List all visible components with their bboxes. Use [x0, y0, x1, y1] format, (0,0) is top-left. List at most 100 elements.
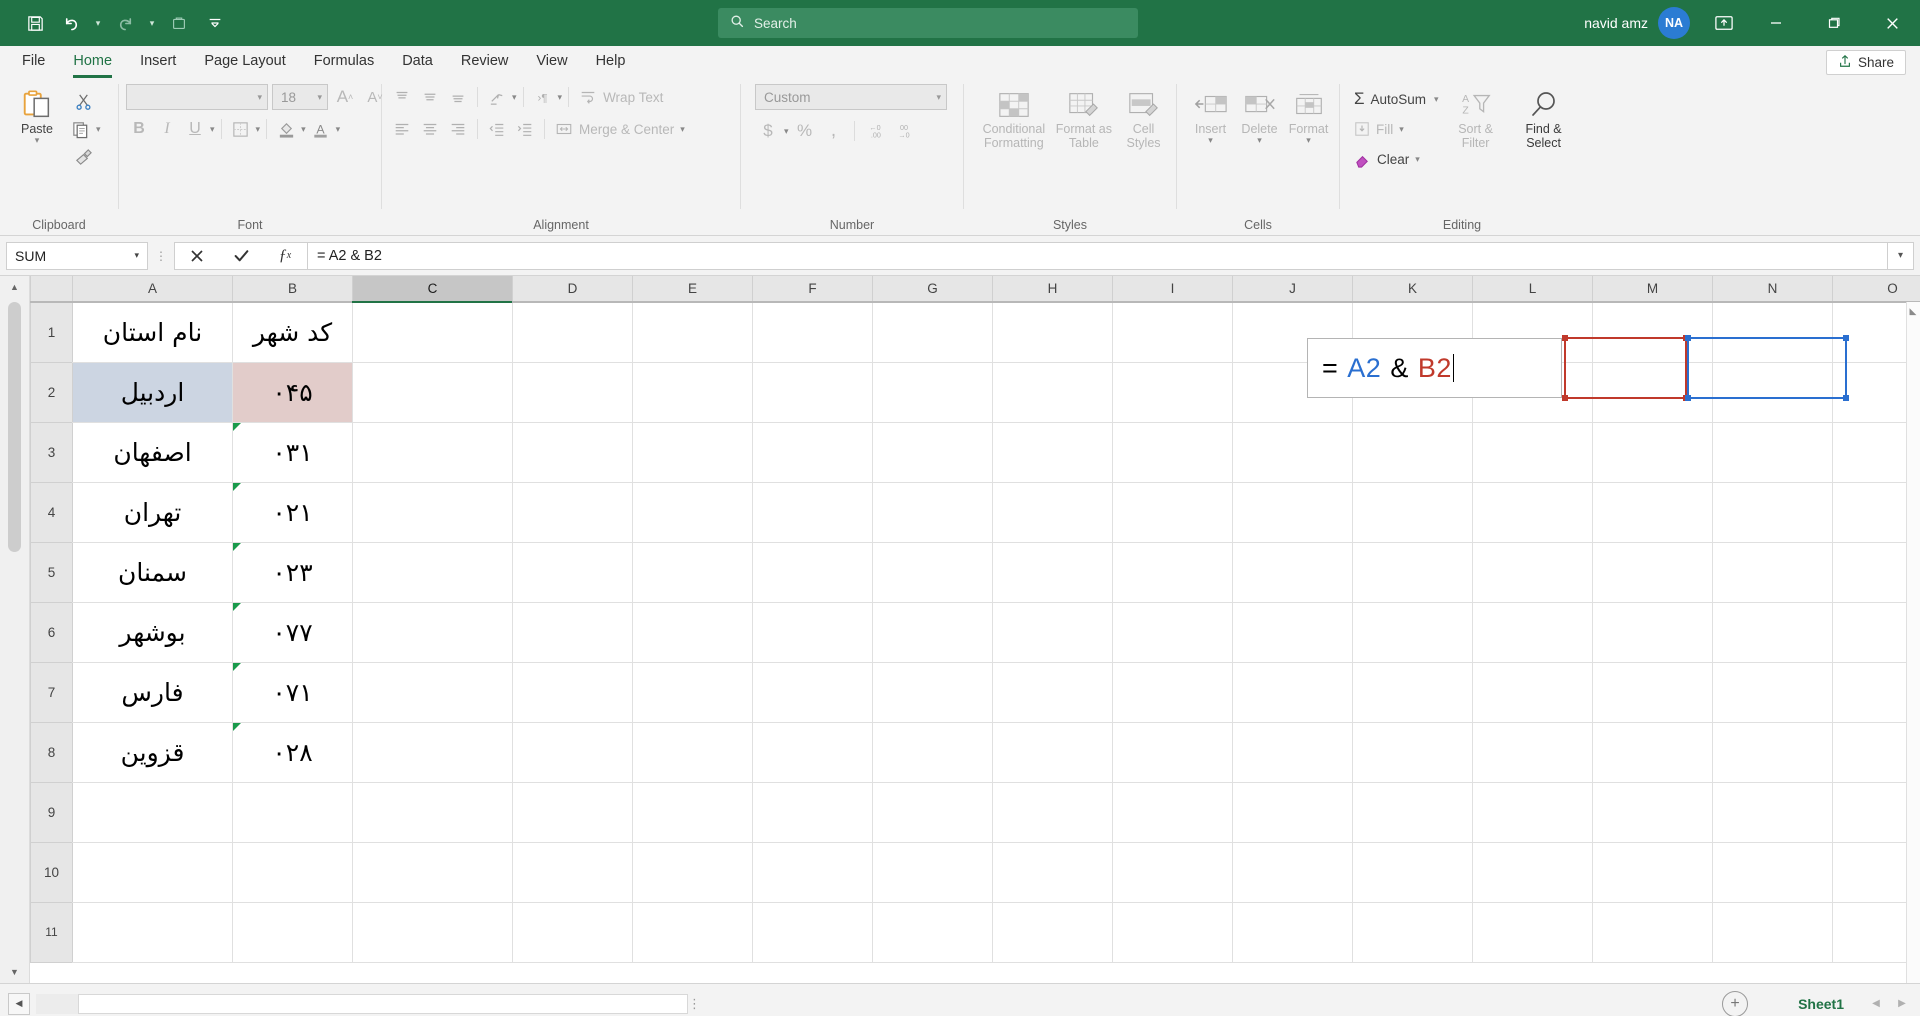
cell-I10[interactable]	[1113, 842, 1233, 902]
cell-G6[interactable]	[873, 602, 993, 662]
cell-C6[interactable]	[353, 602, 513, 662]
autosum-button[interactable]: Σ AutoSum	[1350, 86, 1430, 112]
cell-G9[interactable]	[873, 782, 993, 842]
cell-B1[interactable]: کد شهر	[233, 302, 353, 362]
column-header-E[interactable]: E	[633, 276, 753, 302]
autosum-dropdown-icon[interactable]: ▾	[1434, 95, 1439, 103]
cell-B11[interactable]	[233, 902, 353, 962]
cell-D8[interactable]	[513, 722, 633, 782]
cell-D9[interactable]	[513, 782, 633, 842]
scroll-down-button[interactable]: ▼	[0, 961, 30, 983]
fill-dropdown-icon[interactable]: ▾	[1399, 125, 1404, 133]
delete-cells-button[interactable]: Delete ▾	[1236, 84, 1283, 144]
column-header-N[interactable]: N	[1713, 276, 1833, 302]
cell-B2[interactable]: ۰۴۵	[233, 362, 353, 422]
tab-page-layout[interactable]: Page Layout	[190, 46, 299, 78]
cell-C3[interactable]	[353, 422, 513, 482]
cell-G3[interactable]	[873, 422, 993, 482]
cell-L5[interactable]	[1473, 542, 1593, 602]
row-header-5[interactable]: 5	[31, 542, 73, 602]
cell-B7[interactable]: ۰۷۱	[233, 662, 353, 722]
sort-filter-button[interactable]: AZ Sort & Filter	[1445, 84, 1507, 150]
column-header-G[interactable]: G	[873, 276, 993, 302]
accounting-format-button[interactable]: $	[755, 118, 781, 144]
cell-I1[interactable]	[1113, 302, 1233, 362]
cell-A5[interactable]: سمنان	[73, 542, 233, 602]
cell-G7[interactable]	[873, 662, 993, 722]
cell-G4[interactable]	[873, 482, 993, 542]
cell-M7[interactable]	[1593, 662, 1713, 722]
format-cells-dropdown-icon[interactable]: ▾	[1306, 136, 1311, 144]
horizontal-scrollbar[interactable]	[36, 994, 676, 1014]
italic-button[interactable]: I	[154, 116, 180, 142]
cell-J10[interactable]	[1233, 842, 1353, 902]
cell-L6[interactable]	[1473, 602, 1593, 662]
account-button[interactable]: navid amz NA	[1570, 7, 1700, 39]
fill-button[interactable]: Fill ▾	[1350, 116, 1408, 142]
scroll-up-button[interactable]: ▲	[0, 276, 30, 298]
cell-C5[interactable]	[353, 542, 513, 602]
merge-center-dropdown-icon[interactable]: ▾	[680, 125, 685, 133]
cell-M5[interactable]	[1593, 542, 1713, 602]
cell-F1[interactable]	[753, 302, 873, 362]
expand-formula-bar-button[interactable]: ▾	[1888, 242, 1914, 270]
font-color-button[interactable]: A	[308, 116, 334, 142]
accounting-dropdown-icon[interactable]: ▾	[784, 127, 789, 135]
cell-N5[interactable]	[1713, 542, 1833, 602]
tab-file[interactable]: File	[8, 46, 59, 78]
cell-B3[interactable]: ۰۳۱	[233, 422, 353, 482]
cell-B9[interactable]	[233, 782, 353, 842]
cell-I6[interactable]	[1113, 602, 1233, 662]
cell-M11[interactable]	[1593, 902, 1713, 962]
conditional-formatting-button[interactable]: Conditional Formatting	[978, 84, 1050, 150]
cell-J3[interactable]	[1233, 422, 1353, 482]
column-header-M[interactable]: M	[1593, 276, 1713, 302]
cell-D6[interactable]	[513, 602, 633, 662]
format-painter-button[interactable]	[67, 144, 101, 170]
undo-dropdown-icon[interactable]: ▾	[90, 6, 106, 40]
fill-color-dropdown-icon[interactable]: ▾	[301, 125, 306, 133]
fill-color-button[interactable]	[273, 116, 299, 142]
cell-H5[interactable]	[993, 542, 1113, 602]
insert-cells-dropdown-icon[interactable]: ▾	[1208, 136, 1213, 144]
cell-G8[interactable]	[873, 722, 993, 782]
cell-E2[interactable]	[633, 362, 753, 422]
cell-L10[interactable]	[1473, 842, 1593, 902]
cell-K7[interactable]	[1353, 662, 1473, 722]
row-header-2[interactable]: 2	[31, 362, 73, 422]
cell-F8[interactable]	[753, 722, 873, 782]
cell-L3[interactable]	[1473, 422, 1593, 482]
cut-button[interactable]	[67, 88, 101, 114]
formula-bar-grip[interactable]: ⋮	[148, 249, 174, 263]
cell-M1[interactable]	[1593, 302, 1713, 362]
cell-E1[interactable]	[633, 302, 753, 362]
cell-L4[interactable]	[1473, 482, 1593, 542]
cell-D11[interactable]	[513, 902, 633, 962]
column-header-D[interactable]: D	[513, 276, 633, 302]
align-top-button[interactable]	[389, 84, 415, 110]
cell-D2[interactable]	[513, 362, 633, 422]
cell-K8[interactable]	[1353, 722, 1473, 782]
cell-I3[interactable]	[1113, 422, 1233, 482]
customize-qat-button[interactable]	[198, 6, 232, 40]
row-header-3[interactable]: 3	[31, 422, 73, 482]
font-name-combo[interactable]: ▾	[126, 84, 268, 110]
row-header-8[interactable]: 8	[31, 722, 73, 782]
cell-H9[interactable]	[993, 782, 1113, 842]
cell-E3[interactable]	[633, 422, 753, 482]
search-input[interactable]: Search	[718, 8, 1138, 38]
cell-M3[interactable]	[1593, 422, 1713, 482]
increase-font-size-button[interactable]: A˄	[332, 84, 358, 110]
tab-formulas[interactable]: Formulas	[300, 46, 388, 78]
cell-H7[interactable]	[993, 662, 1113, 722]
column-header-I[interactable]: I	[1113, 276, 1233, 302]
cell-H4[interactable]	[993, 482, 1113, 542]
cell-E6[interactable]	[633, 602, 753, 662]
format-cells-button[interactable]: Format ▾	[1285, 84, 1332, 144]
align-center-button[interactable]	[417, 116, 443, 142]
cell-K3[interactable]	[1353, 422, 1473, 482]
cell-C9[interactable]	[353, 782, 513, 842]
align-middle-button[interactable]	[417, 84, 443, 110]
cell-B8[interactable]: ۰۲۸	[233, 722, 353, 782]
increase-decimal-button[interactable]: ←0.00	[862, 118, 888, 144]
